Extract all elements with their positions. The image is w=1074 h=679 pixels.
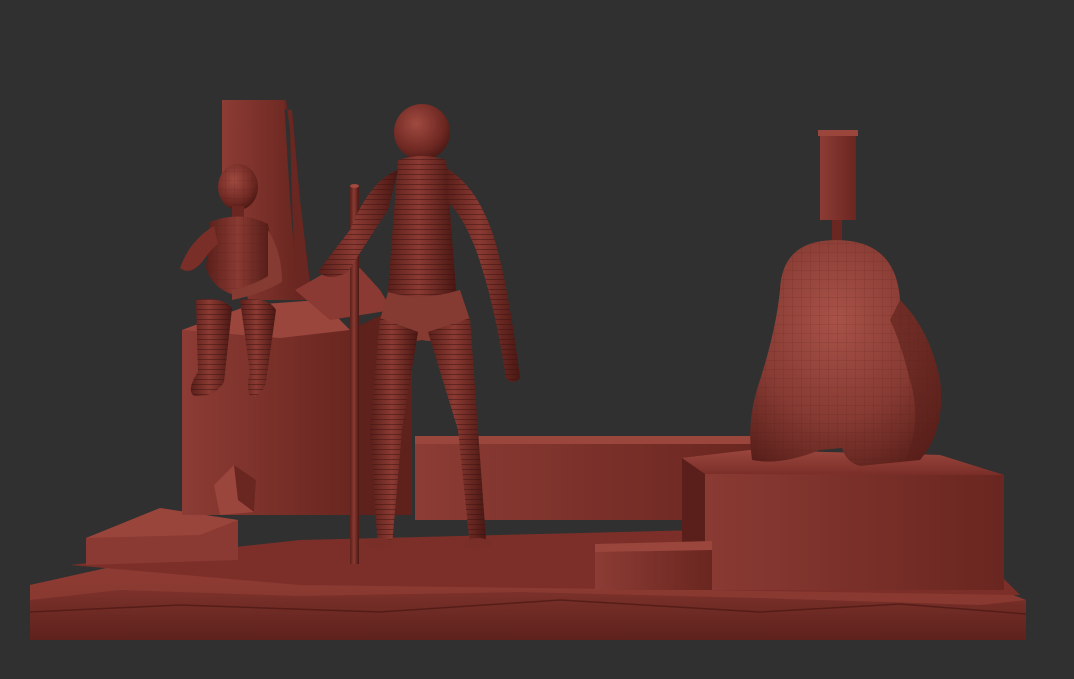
creature-sculpture[interactable]: [750, 130, 942, 466]
3d-viewport[interactable]: [0, 0, 1074, 679]
sculpt-scene[interactable]: [0, 0, 1074, 679]
raised-platform[interactable]: [682, 450, 1004, 590]
small-step[interactable]: [595, 541, 712, 590]
